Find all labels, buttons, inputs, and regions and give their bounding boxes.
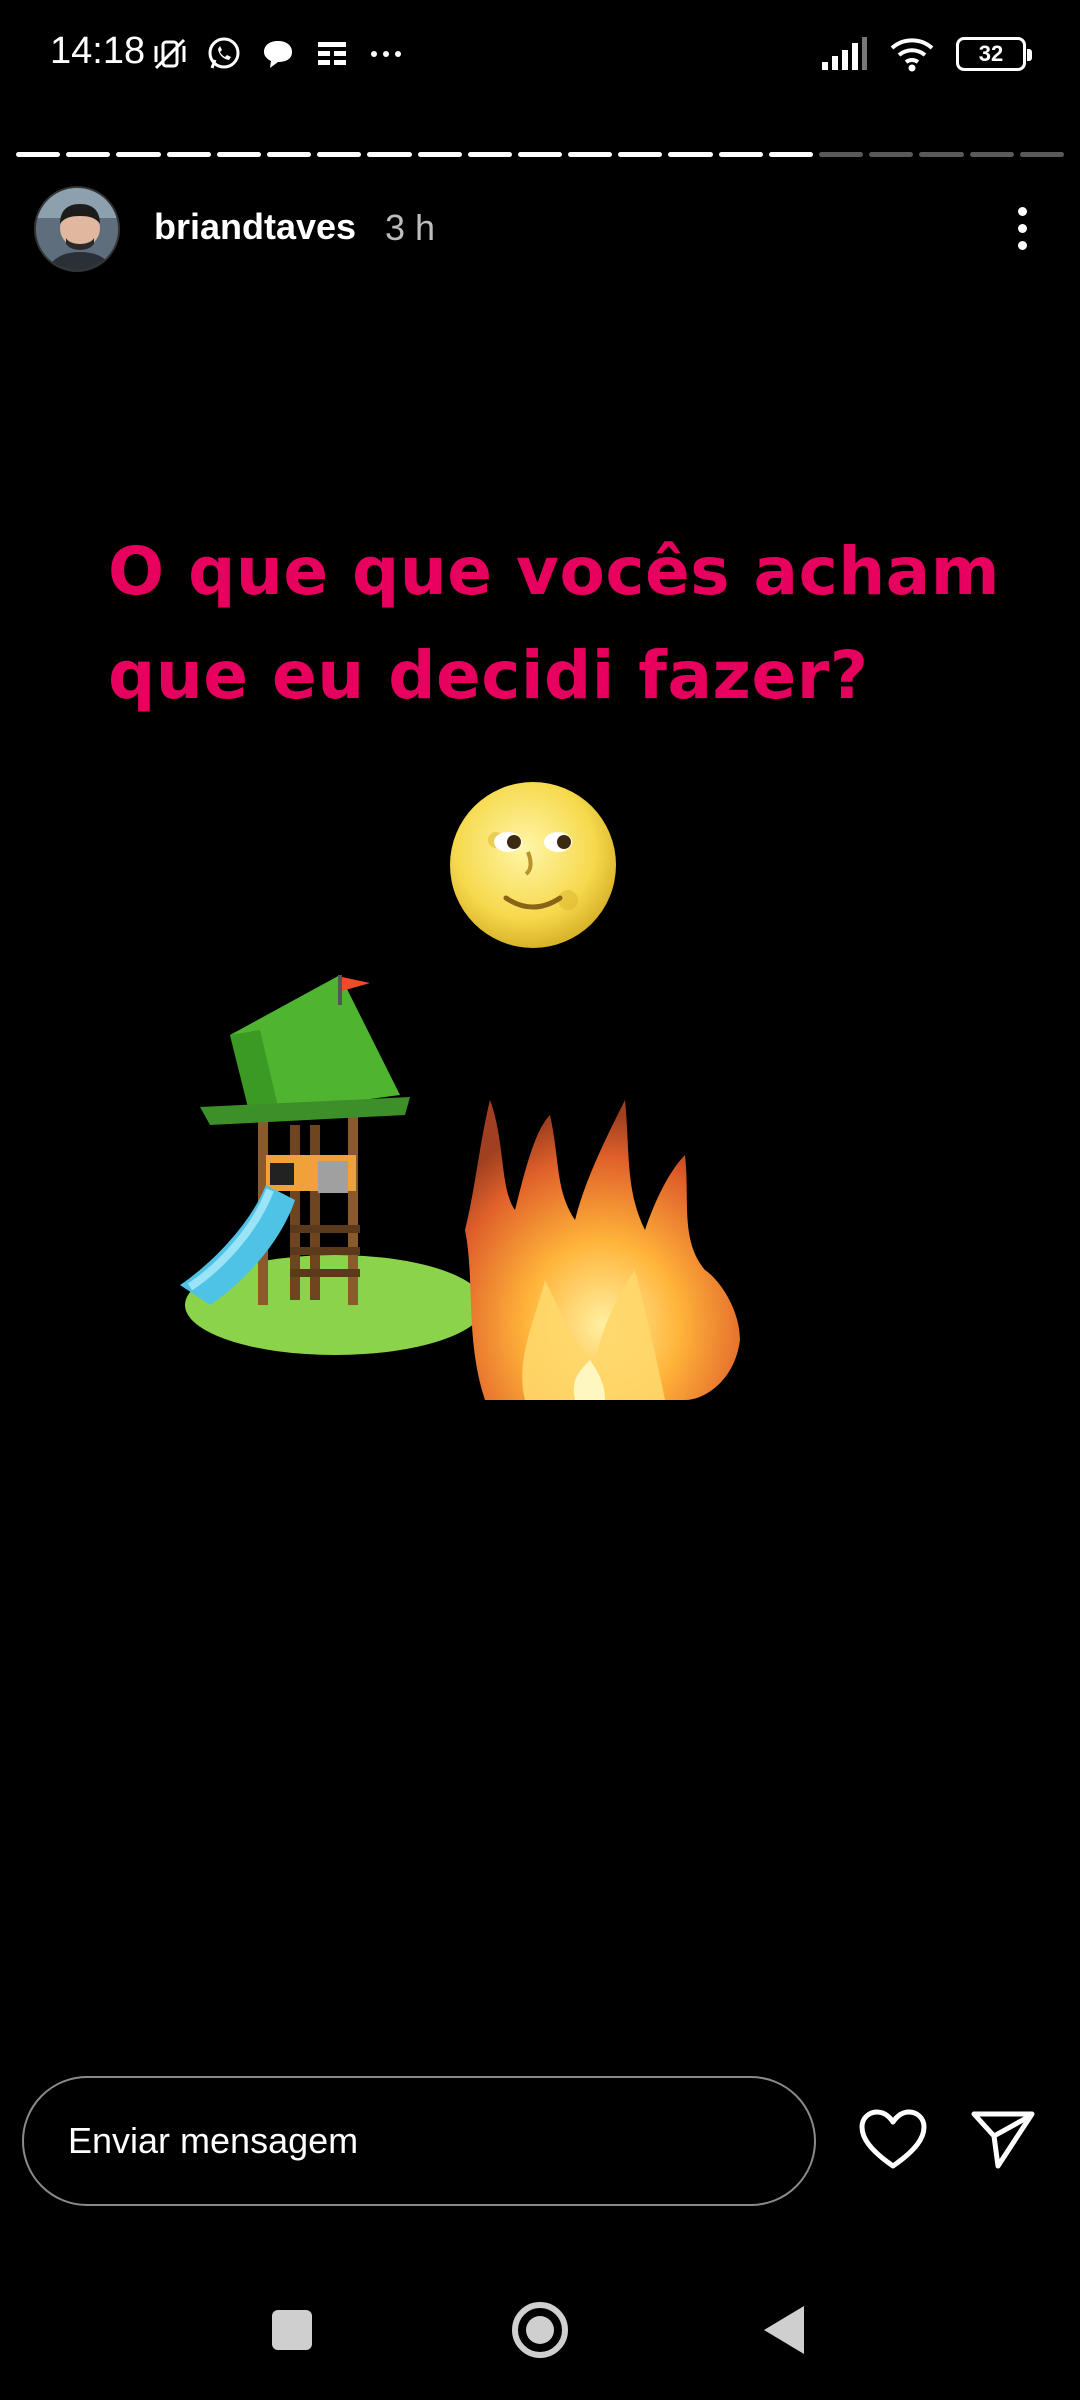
signal-icon [820, 34, 868, 74]
story-progress-segment [66, 152, 111, 157]
story-progress-segment [568, 152, 613, 157]
story-progress-segment [1019, 152, 1064, 157]
more-dots-icon [366, 34, 406, 74]
battery-level: 32 [978, 41, 1004, 66]
story-text-line-2: que eu decidi fazer? [108, 637, 869, 714]
story-progress-segment [216, 152, 261, 157]
story-progress-segment [367, 152, 412, 157]
send-message-input[interactable]: Enviar mensagem [22, 2076, 816, 2206]
send-direct-icon[interactable] [970, 2108, 1036, 2170]
like-heart-icon[interactable] [858, 2108, 928, 2172]
story-progress-segment [668, 152, 713, 157]
story-header: briandtaves 3 h [0, 180, 1080, 280]
whatsapp-icon [204, 34, 244, 74]
mute-vibrate-icon [150, 34, 190, 74]
full-moon-face-sticker [450, 782, 616, 948]
status-notification-icons [150, 34, 406, 74]
playground-slide-sticker [180, 975, 480, 1355]
chat-bubble-icon [258, 34, 298, 74]
story-progress-segment [969, 152, 1014, 157]
news-feed-icon [312, 34, 352, 74]
story-progress-segment [718, 152, 763, 157]
story-progress-segment [317, 152, 362, 157]
system-navigation-bar [0, 2270, 1080, 2400]
more-options-icon[interactable] [992, 198, 1052, 258]
story-progress-segment [618, 152, 663, 157]
recents-button[interactable] [272, 2310, 312, 2350]
story-progress-segment [919, 152, 964, 157]
story-progress-segment [417, 152, 462, 157]
avatar[interactable] [34, 186, 120, 272]
battery-icon: 32 [956, 37, 1032, 71]
send-message-placeholder: Enviar mensagem [68, 2120, 359, 2161]
wifi-icon [888, 34, 936, 74]
story-progress-segment [768, 152, 813, 157]
story-progress-segment [116, 152, 161, 157]
story-text-line-1: O que que vocês acham [108, 533, 1000, 610]
status-bar: 14:18 32 [0, 0, 1080, 110]
story-progress-segment [819, 152, 864, 157]
story-username[interactable]: briandtaves [154, 206, 356, 248]
status-time: 14:18 [50, 30, 146, 72]
story-progress-segment [869, 152, 914, 157]
story-progress-segment [266, 152, 312, 157]
home-button[interactable] [512, 2302, 568, 2358]
story-text: O que que vocês acham que eu decidi faze… [108, 520, 1008, 728]
story-progress-segment [166, 152, 211, 157]
fire-sticker [465, 1100, 740, 1400]
status-system-icons: 32 [820, 34, 1032, 74]
story-timestamp: 3 h [385, 207, 436, 248]
story-progress-segment [16, 152, 61, 157]
back-button[interactable] [764, 2306, 804, 2354]
story-progress-segment [517, 152, 563, 157]
story-progress-bar [16, 152, 1064, 157]
story-progress-segment [467, 152, 512, 157]
